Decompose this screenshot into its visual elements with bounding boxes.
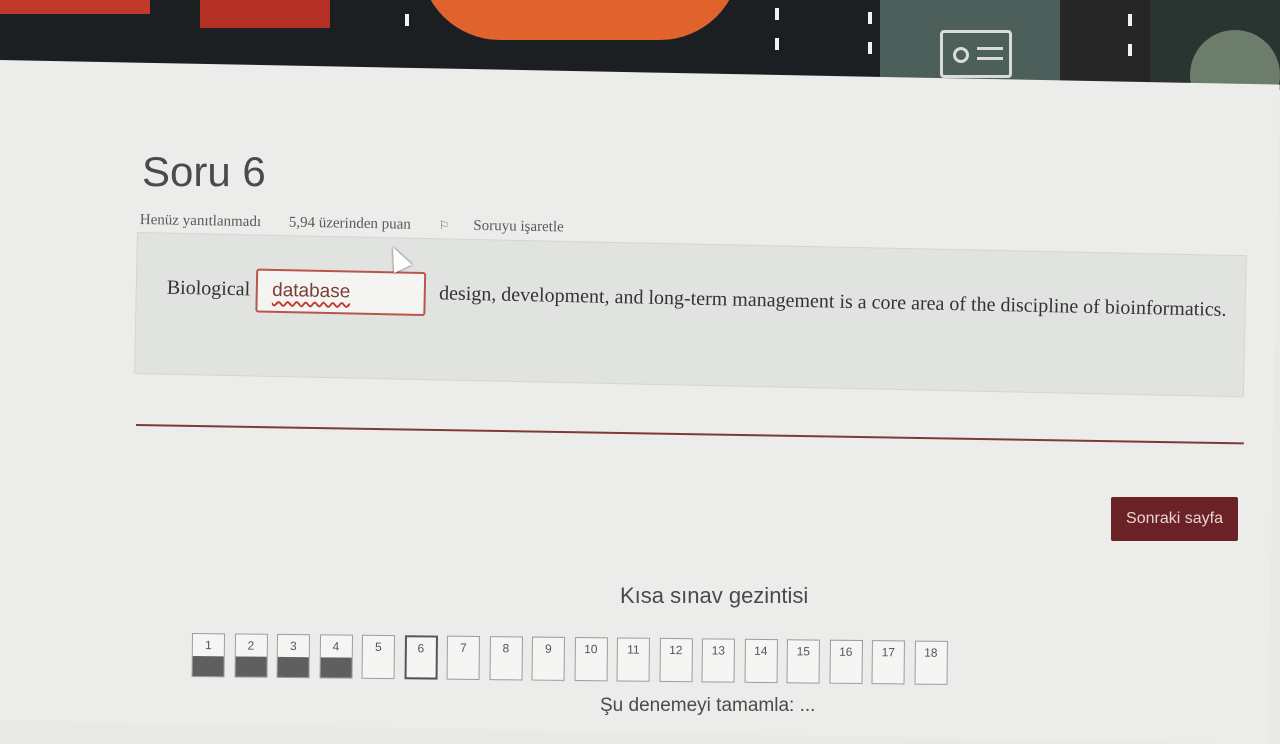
nav-button-11[interactable]: 11 bbox=[616, 637, 650, 682]
nav-button-6[interactable]: 6 bbox=[404, 635, 438, 680]
flag-question-label: Soruyu işaretle bbox=[473, 217, 564, 236]
nav-button-label: 16 bbox=[839, 644, 853, 659]
banner-dash bbox=[1128, 14, 1132, 26]
banner-dash bbox=[868, 42, 872, 54]
nav-button-label: 2 bbox=[247, 638, 255, 653]
id-card-line bbox=[977, 57, 1003, 60]
nav-button-label: 17 bbox=[881, 645, 896, 660]
nav-button-label: 7 bbox=[459, 640, 467, 655]
question-box: Biological database design, development, … bbox=[134, 232, 1247, 398]
nav-button-label: 8 bbox=[502, 641, 510, 656]
question-text-after: design, development, and long-term manag… bbox=[438, 282, 1227, 321]
nav-button-15[interactable]: 15 bbox=[786, 639, 820, 684]
nav-button-18[interactable]: 18 bbox=[913, 640, 948, 685]
answer-input[interactable]: database bbox=[255, 268, 427, 317]
nav-button-2[interactable]: 2 bbox=[234, 633, 268, 678]
banner-dash bbox=[868, 12, 872, 24]
question-points: 5,94 üzerinden puan bbox=[288, 214, 411, 233]
banner-dash bbox=[775, 8, 779, 20]
banner-dash bbox=[775, 38, 779, 50]
question-text: Biological database design, development, … bbox=[166, 264, 1227, 334]
nav-button-12[interactable]: 12 bbox=[659, 637, 693, 683]
nav-button-label: 9 bbox=[544, 641, 552, 656]
next-page-button[interactable]: Sonraki sayfa bbox=[1111, 497, 1238, 541]
answered-indicator bbox=[320, 657, 352, 678]
quiz-navigation: 1 2 3 4 5 6 7 8 9 10 11 12 13 14 15 16 17 18 bbox=[191, 633, 951, 691]
nav-button-label: 3 bbox=[289, 639, 297, 654]
banner-shape bbox=[420, 0, 740, 40]
id-card-line bbox=[977, 47, 1003, 50]
nav-button-9[interactable]: 9 bbox=[531, 636, 565, 681]
nav-button-13[interactable]: 13 bbox=[701, 638, 735, 683]
id-card-photo bbox=[953, 47, 969, 63]
nav-button-label: 12 bbox=[669, 642, 683, 658]
nav-button-label: 13 bbox=[711, 643, 726, 658]
nav-button-1[interactable]: 1 bbox=[191, 633, 225, 678]
nav-button-label: 15 bbox=[796, 644, 811, 659]
flag-icon: ⚐ bbox=[438, 218, 450, 233]
flag-question-link[interactable]: ⚐ Soruyu işaretle bbox=[438, 217, 587, 236]
nav-button-label: 10 bbox=[584, 642, 598, 657]
banner-shape bbox=[1060, 0, 1150, 90]
nav-button-label: 6 bbox=[417, 641, 425, 656]
nav-button-16[interactable]: 16 bbox=[829, 639, 863, 685]
nav-button-label: 5 bbox=[374, 639, 382, 654]
id-card-icon bbox=[940, 30, 1012, 78]
question-title: Soru 6 bbox=[142, 148, 266, 195]
nav-button-14[interactable]: 14 bbox=[744, 638, 778, 684]
nav-button-label: 1 bbox=[204, 638, 212, 653]
answered-indicator bbox=[192, 656, 224, 677]
nav-button-10[interactable]: 10 bbox=[574, 637, 608, 682]
nav-button-17[interactable]: 17 bbox=[871, 640, 905, 685]
question-status: Henüz yanıtlanmadı bbox=[139, 212, 262, 231]
banner-shape bbox=[200, 0, 330, 28]
answered-indicator bbox=[277, 656, 309, 678]
banner-dash bbox=[1128, 44, 1132, 56]
nav-button-label: 4 bbox=[332, 639, 340, 654]
question-text-before: Biological bbox=[166, 276, 251, 301]
answered-indicator bbox=[235, 656, 267, 677]
quiz-navigation-title: Kısa sınav gezintisi bbox=[620, 583, 809, 608]
nav-button-label: 11 bbox=[627, 642, 640, 657]
nav-button-8[interactable]: 8 bbox=[489, 636, 523, 681]
nav-button-label: 14 bbox=[754, 643, 768, 659]
banner-shape bbox=[0, 0, 150, 14]
finish-attempt-link[interactable]: Şu denemeyi tamamla: ... bbox=[600, 695, 815, 717]
nav-button-5[interactable]: 5 bbox=[361, 634, 395, 680]
nav-button-3[interactable]: 3 bbox=[276, 633, 310, 679]
nav-button-4[interactable]: 4 bbox=[319, 634, 353, 679]
nav-button-label: 18 bbox=[924, 645, 938, 660]
banner-dash bbox=[405, 14, 409, 26]
nav-button-7[interactable]: 7 bbox=[446, 635, 480, 681]
